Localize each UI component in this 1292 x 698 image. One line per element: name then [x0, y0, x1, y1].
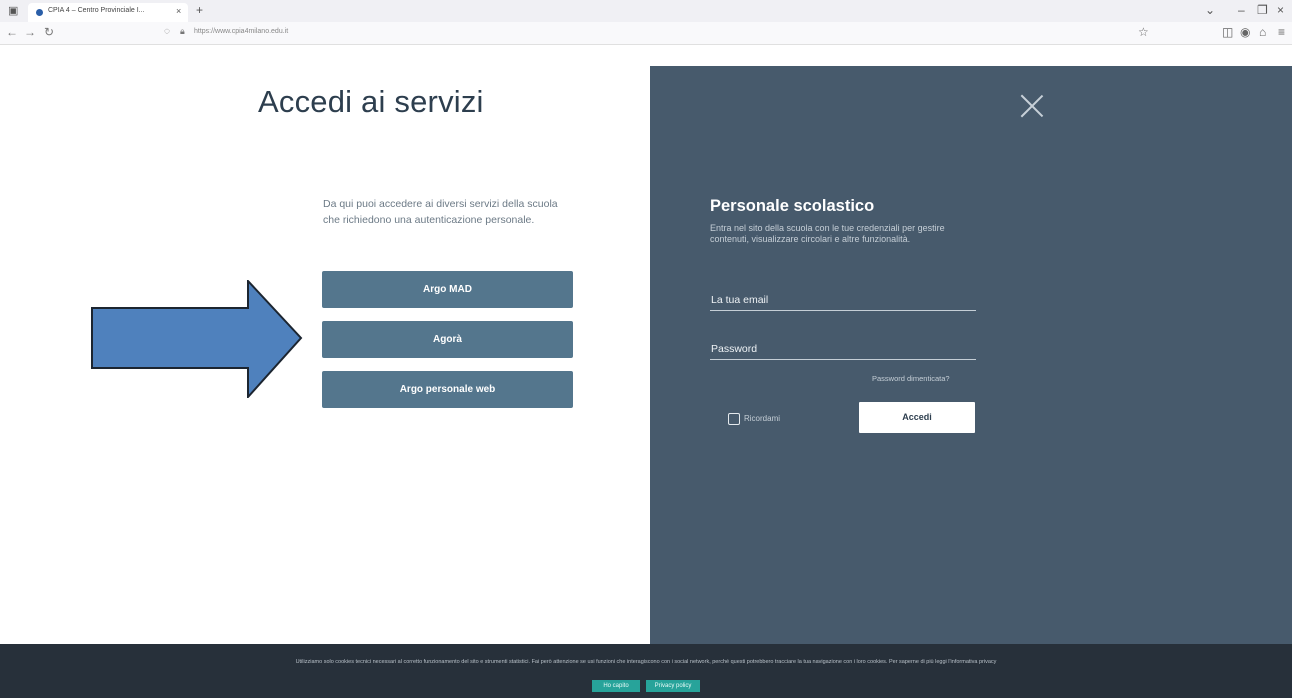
email-field[interactable]: La tua email [710, 294, 976, 311]
login-title: Personale scolastico [710, 197, 875, 215]
back-icon[interactable]: ← [6, 25, 18, 39]
argo-mad-button[interactable]: Argo MAD [322, 271, 573, 308]
login-description: Entra nel sito della scuola con le tue c… [710, 223, 945, 244]
cookie-accept-button[interactable]: Ho capito [592, 680, 640, 692]
bookmark-star-icon[interactable]: ☆ [1138, 25, 1149, 39]
argo-personale-web-button[interactable]: Argo personale web [322, 371, 573, 408]
reload-icon[interactable]: ↻ [44, 25, 54, 39]
account-icon[interactable]: ◉ [1240, 25, 1250, 39]
page-title: Accedi ai servizi [258, 84, 484, 119]
menu-icon[interactable]: ≡ [1278, 25, 1285, 39]
pocket-icon[interactable]: ◫ [1222, 25, 1233, 39]
extensions-icon[interactable]: ⌂ [1259, 25, 1266, 39]
new-tab-icon[interactable]: + [196, 3, 203, 17]
remember-label: Ricordami [744, 414, 781, 423]
browser-nav-bar: ← → ↻ ◌ 🔒︎ https://www.cpia4milano.edu.i… [0, 22, 1292, 45]
login-button[interactable]: Accedi [859, 402, 975, 433]
favicon-icon [36, 9, 43, 16]
cookie-text: Utilizziamo solo cookies tecnici necessa… [295, 659, 997, 665]
privacy-policy-button[interactable]: Privacy policy [646, 680, 700, 692]
cookie-banner: Utilizziamo solo cookies tecnici necessa… [0, 644, 1292, 698]
tab-overflow-icon[interactable]: ⌄ [1205, 3, 1215, 17]
password-field[interactable]: Password [710, 343, 976, 360]
tab-list-icon[interactable]: ▣ [8, 5, 20, 17]
email-label: La tua email [711, 294, 769, 306]
agora-button[interactable]: Agorà [322, 321, 573, 358]
tab-close-icon[interactable]: × [176, 6, 181, 16]
url-text: https://www.cpia4milano.edu.it [194, 28, 289, 35]
page-description: Da qui puoi accedere ai diversi servizi … [323, 198, 558, 226]
forgot-password-link[interactable]: Password dimenticata? [872, 374, 950, 383]
password-label: Password [711, 343, 758, 355]
shield-icon: ◌ [164, 26, 170, 37]
browser-tab[interactable]: CPIA 4 – Centro Provinciale I... × [28, 3, 188, 22]
browser-tab-bar: ▣ CPIA 4 – Centro Provinciale I... × + ⌄… [0, 0, 1292, 22]
maximize-icon[interactable]: ❐ [1257, 3, 1268, 17]
forward-icon[interactable]: → [24, 25, 36, 39]
login-panel: Personale scolastico Entra nel sito dell… [650, 66, 1292, 644]
address-bar[interactable]: ◌ 🔒︎ https://www.cpia4milano.edu.it ☆ [160, 25, 1176, 41]
tab-title: CPIA 4 – Centro Provinciale I... [48, 7, 145, 14]
remember-checkbox[interactable] [728, 413, 740, 425]
pointer-arrow-annotation [91, 280, 303, 398]
lock-icon: 🔒︎ [180, 26, 185, 36]
close-window-icon[interactable]: × [1277, 3, 1284, 17]
minimize-icon[interactable]: – [1238, 3, 1245, 17]
close-icon[interactable] [1020, 94, 1044, 118]
